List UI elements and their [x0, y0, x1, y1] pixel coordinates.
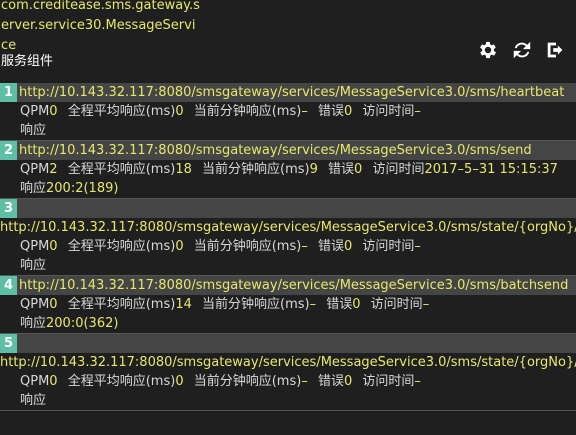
- toolbar: [476, 38, 568, 62]
- access-time-label: 访问时间: [362, 104, 415, 119]
- cur-resp-label: 当前分钟响应(ms): [193, 239, 302, 254]
- endpoint-stats: QPM0 全程平均响应(ms)0 当前分钟响应(ms)– 错误0 访问时间– 响…: [0, 102, 576, 140]
- avg-resp-label: 全程平均响应(ms): [67, 162, 176, 177]
- avg-resp-label: 全程平均响应(ms): [67, 239, 176, 254]
- endpoint-index: 4: [0, 276, 17, 295]
- access-time-value: –: [414, 374, 421, 389]
- cur-resp-value: –: [301, 104, 308, 119]
- errors-value: 0: [343, 104, 353, 119]
- response-value: 200:2(189): [46, 181, 119, 196]
- avg-resp-value: 14: [175, 297, 192, 312]
- endpoint-index: 5: [0, 334, 17, 353]
- avg-resp-label: 全程平均响应(ms): [67, 374, 176, 389]
- avg-resp-value: 0: [175, 239, 184, 254]
- endpoint-list: 1 http://10.143.32.117:8080/smsgateway/s…: [0, 83, 576, 411]
- endpoint-index: 2: [0, 141, 17, 160]
- response-label: 响应: [20, 393, 47, 408]
- response-label: 响应: [20, 258, 47, 273]
- errors-label: 错误: [317, 374, 344, 389]
- cur-resp-value: 9: [309, 162, 318, 177]
- cur-resp-label: 当前分钟响应(ms): [193, 374, 302, 389]
- endpoint-index: 1: [0, 83, 17, 102]
- errors-value: 0: [343, 239, 353, 254]
- access-time-label: 访问时间: [362, 239, 415, 254]
- qpm-value: 2: [49, 162, 58, 177]
- cur-resp-value: –: [309, 297, 317, 312]
- endpoint-entry: 4 http://10.143.32.117:8080/smsgateway/s…: [0, 276, 576, 334]
- qpm-label: QPM: [20, 239, 50, 254]
- errors-value: 0: [354, 162, 363, 177]
- endpoint-header[interactable]: 4 http://10.143.32.117:8080/smsgateway/s…: [0, 276, 576, 295]
- endpoint-url[interactable]: http://10.143.32.117:8080/smsgateway/ser…: [0, 353, 576, 372]
- qpm-label: QPM: [20, 374, 50, 389]
- endpoint-stats: QPM2 全程平均响应(ms)18 当前分钟响应(ms)9 错误0 访问时间20…: [0, 160, 576, 198]
- endpoint-url[interactable]: http://10.143.32.117:8080/smsgateway/ser…: [17, 83, 564, 102]
- avg-resp-value: 0: [175, 374, 184, 389]
- endpoint-header[interactable]: 2 http://10.143.32.117:8080/smsgateway/s…: [0, 141, 576, 160]
- errors-label: 错误: [328, 162, 355, 177]
- qpm-value: 0: [49, 297, 58, 312]
- refresh-button[interactable]: [510, 38, 534, 62]
- access-time-label: 访问时间: [362, 374, 415, 389]
- avg-resp-value: 18: [175, 162, 192, 177]
- errors-value: 0: [343, 374, 353, 389]
- avg-resp-label: 全程平均响应(ms): [67, 297, 176, 312]
- qpm-label: QPM: [20, 162, 50, 177]
- qpm-value: 0: [49, 104, 58, 119]
- errors-label: 错误: [326, 297, 353, 312]
- access-time-value: –: [422, 297, 430, 312]
- endpoint-entry: 2 http://10.143.32.117:8080/smsgateway/s…: [0, 141, 576, 199]
- response-value: 200:0(362): [46, 316, 119, 331]
- service-header: com.creditease.sms.gateway.server.servic…: [0, 0, 576, 76]
- cur-resp-value: –: [301, 374, 308, 389]
- errors-value: 0: [352, 297, 361, 312]
- access-time-value: 2017–5–31 15:15:37: [424, 162, 558, 177]
- exit-button[interactable]: [544, 38, 568, 62]
- qpm-value: 0: [49, 239, 58, 254]
- access-time-label: 访问时间: [372, 162, 425, 177]
- errors-label: 错误: [317, 104, 344, 119]
- response-label: 响应: [20, 316, 47, 331]
- endpoint-url[interactable]: http://10.143.32.117:8080/smsgateway/ser…: [17, 141, 532, 160]
- avg-resp-value: 0: [175, 104, 184, 119]
- cur-resp-label: 当前分钟响应(ms): [202, 297, 310, 312]
- endpoint-url[interactable]: http://10.143.32.117:8080/smsgateway/ser…: [0, 218, 576, 237]
- endpoint-entry: 1 http://10.143.32.117:8080/smsgateway/s…: [0, 83, 576, 141]
- endpoint-stats: QPM0 全程平均响应(ms)0 当前分钟响应(ms)– 错误0 访问时间– 响…: [0, 237, 576, 275]
- errors-label: 错误: [317, 239, 344, 254]
- cur-resp-label: 当前分钟响应(ms): [193, 104, 302, 119]
- qpm-label: QPM: [20, 297, 50, 312]
- endpoint-index: 3: [0, 199, 17, 218]
- response-label: 响应: [20, 123, 47, 138]
- access-time-value: –: [414, 104, 421, 119]
- cur-resp-value: –: [301, 239, 308, 254]
- access-time-label: 访问时间: [370, 297, 423, 312]
- avg-resp-label: 全程平均响应(ms): [67, 104, 176, 119]
- qpm-label: QPM: [20, 104, 50, 119]
- endpoint-url[interactable]: http://10.143.32.117:8080/smsgateway/ser…: [17, 276, 568, 295]
- access-time-value: –: [414, 239, 421, 254]
- endpoint-header[interactable]: 1 http://10.143.32.117:8080/smsgateway/s…: [0, 83, 576, 102]
- exit-icon: [547, 42, 563, 58]
- service-type-label: 服务组件: [1, 54, 54, 69]
- endpoint-entry: 5 http://10.143.32.117:8080/smsgateway/s…: [0, 334, 576, 411]
- endpoint-header[interactable]: 5: [0, 334, 576, 353]
- refresh-icon: [513, 41, 531, 59]
- qpm-value: 0: [49, 374, 58, 389]
- endpoint-entry: 3 http://10.143.32.117:8080/smsgateway/s…: [0, 199, 576, 276]
- settings-button[interactable]: [476, 38, 500, 62]
- gear-icon: [480, 41, 496, 59]
- endpoint-stats: QPM0 全程平均响应(ms)14 当前分钟响应(ms)– 错误0 访问时间– …: [0, 295, 576, 333]
- response-label: 响应: [20, 181, 47, 196]
- endpoint-header[interactable]: 3: [0, 199, 576, 218]
- endpoint-stats: QPM0 全程平均响应(ms)0 当前分钟响应(ms)– 错误0 访问时间– 响…: [0, 372, 576, 410]
- cur-resp-label: 当前分钟响应(ms): [202, 162, 310, 177]
- service-name: com.creditease.sms.gateway.server.servic…: [1, 0, 200, 53]
